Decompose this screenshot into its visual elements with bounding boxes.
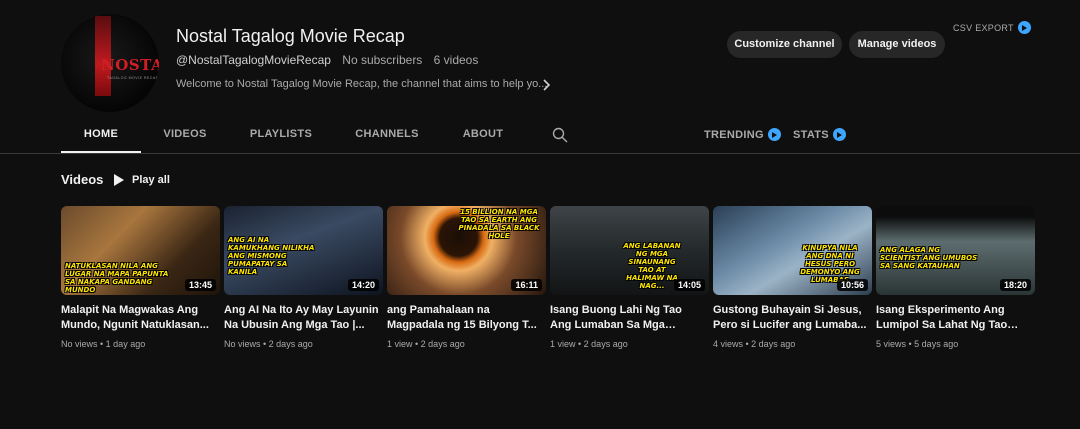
video-duration: 16:11	[511, 279, 542, 291]
video-meta: No views • 1 day ago	[61, 339, 146, 349]
video-shelf: NATUKLASAN NILA ANG LUGAR NA MAPA PAPUNT…	[61, 206, 1041, 366]
video-views: 1 view	[387, 339, 413, 349]
video-age: 5 days ago	[914, 339, 959, 349]
video-card[interactable]: NATUKLASAN NILA ANG LUGAR NA MAPA PAPUNT…	[61, 206, 220, 349]
video-age: 2 days ago	[268, 339, 313, 349]
video-card[interactable]: ANG ALAGA NG SCIENTIST ANG UMUBOS SA SAN…	[876, 206, 1035, 349]
video-card[interactable]: ANG LABANAN NG MGA SINAUNANG TAO AT HALI…	[550, 206, 709, 349]
extension-play-icon	[767, 128, 781, 141]
channel-description[interactable]: Welcome to Nostal Tagalog Movie Recap, t…	[176, 78, 547, 90]
video-duration: 18:20	[999, 279, 1031, 291]
video-meta: 1 view • 2 days ago	[387, 339, 465, 349]
play-icon	[114, 174, 124, 186]
video-title[interactable]: ang Pamahalaan na Magpadala ng 15 Bilyon…	[387, 303, 542, 333]
tab-about[interactable]: ABOUT	[447, 120, 519, 153]
channel-meta: @NostalTagalogMovieRecap No subscribers …	[176, 53, 478, 67]
video-duration: 13:45	[184, 279, 216, 291]
play-all-button[interactable]: Play all	[114, 170, 170, 190]
video-thumbnail[interactable]: ANG ALAGA NG SCIENTIST ANG UMUBOS SA SAN…	[876, 206, 1035, 295]
video-meta: 4 views • 2 days ago	[713, 339, 796, 349]
video-duration: 14:05	[673, 279, 705, 291]
section-title: Videos	[61, 172, 104, 187]
play-all-label: Play all	[132, 174, 170, 186]
video-title[interactable]: Malapit Na Magwakas Ang Mundo, Ngunit Na…	[61, 303, 216, 333]
thumbnail-caption: 15 BILLION NA MGA TAO SA EARTH ANG PINAD…	[458, 208, 540, 240]
search-icon[interactable]	[551, 126, 569, 144]
video-age: 1 day ago	[105, 339, 146, 349]
video-views: No views	[61, 339, 98, 349]
video-age: 2 days ago	[583, 339, 628, 349]
video-thumbnail[interactable]: ANG LABANAN NG MGA SINAUNANG TAO AT HALI…	[550, 206, 709, 295]
subscriber-count: No subscribers	[342, 53, 423, 67]
thumbnail-caption: ANG ALAGA NG SCIENTIST ANG UMUBOS SA SAN…	[880, 246, 978, 270]
video-age: 2 days ago	[751, 339, 796, 349]
stats-link[interactable]: STATS	[793, 128, 846, 141]
thumbnail-caption: KINUPYA NILA ANG DNA NI HESUS PERO DEMON…	[800, 244, 860, 284]
video-thumbnail[interactable]: 15 BILLION NA MGA TAO SA EARTH ANG PINAD…	[387, 206, 546, 295]
thumbnail-caption: ANG AI NA KAMUKHANG NILIKHA ANG MISMONG …	[228, 236, 315, 276]
video-title[interactable]: Isang Buong Lahi Ng Tao Ang Lumaban Sa M…	[550, 303, 705, 333]
video-meta: 5 views • 5 days ago	[876, 339, 959, 349]
tab-videos[interactable]: VIDEOS	[145, 120, 225, 153]
video-meta: 1 view • 2 days ago	[550, 339, 628, 349]
video-meta: No views • 2 days ago	[224, 339, 313, 349]
channel-handle: @NostalTagalogMovieRecap	[176, 53, 331, 67]
video-card[interactable]: 15 BILLION NA MGA TAO SA EARTH ANG PINAD…	[387, 206, 546, 349]
channel-avatar[interactable]: NOSTAL TAGALOG MOVIE RECAP	[61, 14, 159, 112]
thumbnail-caption: NATUKLASAN NILA ANG LUGAR NA MAPA PAPUNT…	[65, 262, 169, 294]
tab-playlists[interactable]: PLAYLISTS	[241, 120, 321, 153]
stats-label: STATS	[793, 128, 829, 141]
video-count: 6 videos	[433, 53, 479, 67]
csv-export-link[interactable]: CSV EXPORT	[953, 21, 1031, 34]
channel-name: Nostal Tagalog Movie Recap	[176, 26, 405, 46]
customize-channel-button[interactable]: Customize channel	[727, 31, 842, 58]
video-views: 4 views	[713, 339, 744, 349]
video-views: No views	[224, 339, 261, 349]
video-title[interactable]: Ang AI Na Ito Ay May Layunin Na Ubusin A…	[224, 303, 379, 333]
video-views: 1 view	[550, 339, 576, 349]
avatar-logo-subtext: TAGALOG MOVIE RECAP	[107, 76, 159, 80]
video-thumbnail[interactable]: NATUKLASAN NILA ANG LUGAR NA MAPA PAPUNT…	[61, 206, 220, 295]
video-thumbnail[interactable]: KINUPYA NILA ANG DNA NI HESUS PERO DEMON…	[713, 206, 872, 295]
extension-play-icon	[1017, 21, 1031, 34]
video-card[interactable]: ANG AI NA KAMUKHANG NILIKHA ANG MISMONG …	[224, 206, 383, 349]
extension-play-icon	[832, 128, 846, 141]
trending-link[interactable]: TRENDING	[704, 128, 781, 141]
channel-page: NOSTAL TAGALOG MOVIE RECAP Nostal Tagalo…	[0, 0, 1080, 429]
video-duration: 10:56	[836, 279, 868, 291]
tab-home[interactable]: HOME	[61, 120, 141, 153]
chevron-right-icon[interactable]	[541, 78, 553, 92]
video-views: 5 views	[876, 339, 907, 349]
manage-videos-button[interactable]: Manage videos	[849, 31, 945, 58]
csv-export-label: CSV EXPORT	[953, 22, 1014, 33]
avatar-logo-text: NOSTAL	[101, 56, 159, 74]
video-title[interactable]: Gustong Buhayain Si Jesus, Pero si Lucif…	[713, 303, 868, 333]
video-duration: 14:20	[347, 279, 379, 291]
tabs-divider	[0, 153, 1080, 154]
video-age: 2 days ago	[420, 339, 465, 349]
trending-label: TRENDING	[704, 128, 764, 141]
video-title[interactable]: Isang Eksperimento Ang Lumipol Sa Lahat …	[876, 303, 1031, 333]
video-thumbnail[interactable]: ANG AI NA KAMUKHANG NILIKHA ANG MISMONG …	[224, 206, 383, 295]
video-card[interactable]: KINUPYA NILA ANG DNA NI HESUS PERO DEMON…	[713, 206, 872, 349]
tab-channels[interactable]: CHANNELS	[347, 120, 427, 153]
